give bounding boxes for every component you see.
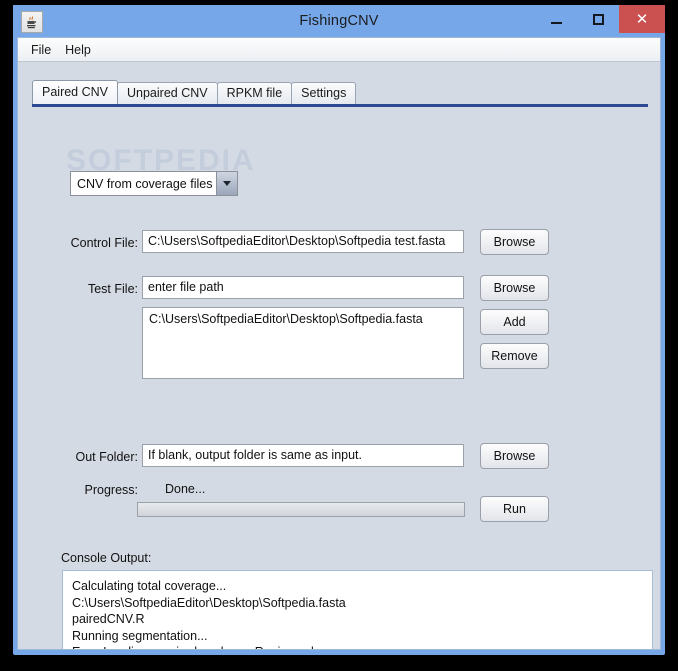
console-line: Error:Loading required package: Runivers… — [72, 644, 652, 649]
list-item[interactable]: C:\Users\SoftpediaEditor\Desktop\Softped… — [143, 308, 463, 326]
minimize-button[interactable] — [535, 5, 577, 33]
add-file-button[interactable]: Add — [480, 309, 549, 335]
client-area: File Help SOFTPEDIA www.softpedia.com Pa… — [17, 37, 661, 650]
progress-bar — [137, 502, 465, 517]
tab-rpkm-file[interactable]: RPKM file — [216, 82, 293, 104]
test-file-list[interactable]: C:\Users\SoftpediaEditor\Desktop\Softped… — [142, 307, 464, 379]
console-line: C:\Users\SoftpediaEditor\Desktop\Softped… — [72, 595, 346, 610]
tab-underline — [32, 104, 648, 107]
control-file-browse-button[interactable]: Browse — [480, 229, 549, 255]
test-file-input[interactable]: enter file path — [142, 276, 464, 299]
window-controls: ✕ — [535, 5, 665, 35]
control-file-label: Control File: — [70, 236, 138, 250]
progress-status-text: Done... — [165, 482, 206, 496]
tab-unpaired-cnv[interactable]: Unpaired CNV — [117, 82, 218, 104]
console-line: Calculating total coverage... — [72, 579, 227, 593]
maximize-button[interactable] — [577, 5, 619, 33]
maximize-icon — [592, 13, 604, 25]
remove-file-button[interactable]: Remove — [480, 343, 549, 369]
mode-select-value: CNV from coverage files — [77, 176, 213, 191]
out-folder-input[interactable]: If blank, output folder is same as input… — [142, 444, 464, 467]
console-output-label: Console Output: — [61, 551, 152, 565]
control-file-input[interactable]: C:\Users\SoftpediaEditor\Desktop\Softped… — [142, 230, 464, 253]
console-line: pairedCNV.R — [72, 612, 145, 626]
menu-item-file[interactable]: File — [24, 41, 58, 59]
progress-label: Progress: — [84, 483, 139, 497]
minimize-icon — [550, 22, 562, 24]
tab-settings[interactable]: Settings — [291, 82, 357, 104]
menu-bar: File Help — [18, 38, 660, 62]
out-folder-browse-button[interactable]: Browse — [480, 443, 549, 469]
test-file-browse-button[interactable]: Browse — [480, 275, 549, 301]
out-folder-label: Out Folder: — [75, 450, 138, 464]
console-output[interactable]: Calculating total coverage... C:\Users\S… — [62, 570, 653, 649]
close-button[interactable]: ✕ — [619, 5, 665, 33]
chevron-down-icon[interactable] — [216, 172, 237, 195]
title-bar: FishingCNV ✕ — [13, 5, 665, 37]
main-panel: SOFTPEDIA www.softpedia.com Paired CNV U… — [18, 62, 660, 649]
console-line: Running segmentation... — [72, 628, 208, 643]
tab-bar: Paired CNV Unpaired CNV RPKM file Settin… — [32, 80, 648, 104]
tab-paired-cnv[interactable]: Paired CNV — [32, 80, 118, 104]
test-file-label: Test File: — [87, 282, 138, 296]
run-button[interactable]: Run — [480, 496, 549, 522]
menu-item-help[interactable]: Help — [58, 41, 98, 59]
mode-select[interactable]: CNV from coverage files — [70, 171, 238, 196]
application-window: FishingCNV ✕ File Help SOFTPEDIA www.sof… — [13, 5, 665, 655]
